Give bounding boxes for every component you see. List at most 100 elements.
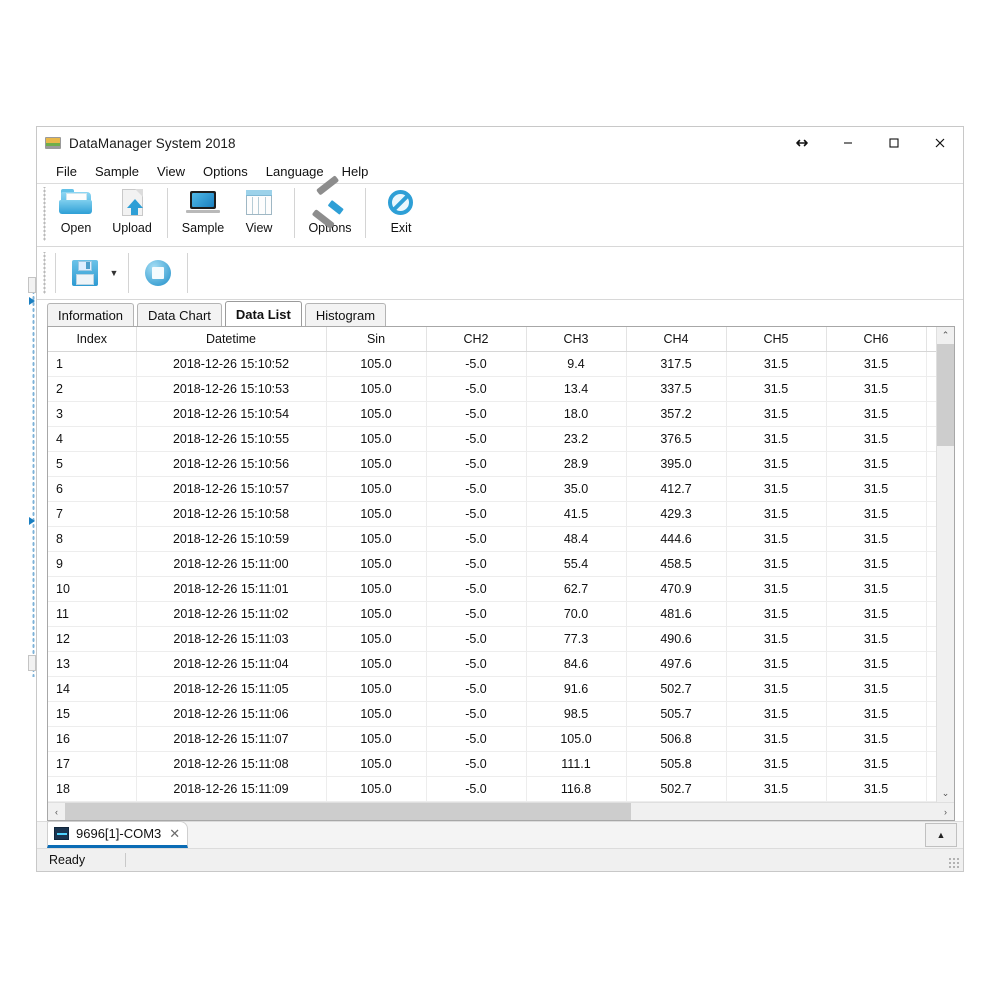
vertical-scrollbar[interactable]: ⌃ ⌄ [936,327,954,802]
table-cell-ch4: 357.2 [626,402,726,427]
column-header-datetime[interactable]: Datetime [136,327,326,352]
tab-data-list[interactable]: Data List [225,301,302,326]
table-cell-ch3: 84.6 [526,652,626,677]
toolbar-separator-1 [167,188,168,238]
table-row[interactable]: 142018-12-26 15:11:05105.0-5.091.6502.73… [48,677,936,702]
table-row[interactable]: 122018-12-26 15:11:03105.0-5.077.3490.63… [48,627,936,652]
tab-histogram[interactable]: Histogram [305,303,386,326]
laptop-icon [185,187,221,219]
menu-item-help[interactable]: Help [333,162,378,181]
left-splitter-top[interactable] [28,277,36,293]
table-cell-ch2: -5.0 [426,477,526,502]
document-tab-overflow-button[interactable]: ▲ [925,823,957,847]
table-row[interactable]: 182018-12-26 15:11:09105.0-5.0116.8502.7… [48,777,936,802]
table-cell-ch3: 28.9 [526,452,626,477]
table-cell-datetime: 2018-12-26 15:11:06 [136,702,326,727]
menu-item-language[interactable]: Language [257,162,333,181]
table-row[interactable]: 112018-12-26 15:11:02105.0-5.070.0481.63… [48,602,936,627]
secondary-toolbar-drag-grip[interactable] [41,252,48,294]
toolbar-button-exit-label: Exit [391,221,412,235]
column-header-sin[interactable]: Sin [326,327,426,352]
status-bar: Ready [37,848,963,871]
save-button[interactable] [63,252,107,294]
column-header-ch6[interactable]: CH6 [826,327,926,352]
resize-grip-icon[interactable] [948,857,960,869]
table-row[interactable]: 92018-12-26 15:11:00105.0-5.055.4458.531… [48,552,936,577]
table-row[interactable]: 62018-12-26 15:10:57105.0-5.035.0412.731… [48,477,936,502]
table-cell-ch7: 31.5 [926,727,936,752]
table-row[interactable]: 162018-12-26 15:11:07105.0-5.0105.0506.8… [48,727,936,752]
menu-item-view[interactable]: View [148,162,194,181]
table-cell-ch6: 31.5 [826,677,926,702]
data-list-grid: Index Datetime Sin CH2 CH3 CH4 CH5 CH6 C… [47,326,955,821]
table-cell-ch7: 31.5 [926,477,936,502]
table-cell-ch6: 31.5 [826,502,926,527]
table-cell-ch2: -5.0 [426,427,526,452]
table-row[interactable]: 172018-12-26 15:11:08105.0-5.0111.1505.8… [48,752,936,777]
table-cell-ch5: 31.5 [726,502,826,527]
dock-expand-arrow-bottom[interactable] [29,517,35,525]
table-cell-datetime: 2018-12-26 15:10:55 [136,427,326,452]
table-row[interactable]: 22018-12-26 15:10:53105.0-5.013.4337.531… [48,377,936,402]
document-tab-close-icon[interactable]: ✕ [169,826,180,842]
horizontal-scroll-thumb[interactable] [65,803,631,820]
menu-item-file[interactable]: File [47,162,86,181]
column-header-ch3[interactable]: CH3 [526,327,626,352]
toolbar-separator-3 [365,188,366,238]
close-button[interactable] [917,128,963,158]
table-row[interactable]: 52018-12-26 15:10:56105.0-5.028.9395.031… [48,452,936,477]
table-cell-index: 1 [48,352,136,377]
table-cell-ch4: 429.3 [626,502,726,527]
table-row[interactable]: 102018-12-26 15:11:01105.0-5.062.7470.93… [48,577,936,602]
save-dropdown-arrow[interactable]: ▼ [107,252,121,294]
table-cell-sin: 105.0 [326,777,426,802]
toolbar-button-view[interactable]: View [231,184,287,242]
horizontal-scroll-track[interactable] [65,803,937,820]
column-header-ch5[interactable]: CH5 [726,327,826,352]
vertical-scroll-thumb[interactable] [937,344,954,446]
table-row[interactable]: 12018-12-26 15:10:52105.0-5.09.4317.531.… [48,352,936,377]
table-row[interactable]: 72018-12-26 15:10:58105.0-5.041.5429.331… [48,502,936,527]
tab-information[interactable]: Information [47,303,134,326]
scroll-down-arrow-icon[interactable]: ⌄ [937,785,954,802]
table-cell-ch6: 31.5 [826,352,926,377]
scroll-right-arrow-icon[interactable]: › [937,803,954,820]
stop-button[interactable] [136,252,180,294]
menu-item-options[interactable]: Options [194,162,257,181]
maximize-button[interactable] [871,128,917,158]
vertical-scroll-track[interactable] [937,344,954,785]
column-header-ch7[interactable]: CH7 [926,327,936,352]
table-row[interactable]: 132018-12-26 15:11:04105.0-5.084.6497.63… [48,652,936,677]
column-header-ch4[interactable]: CH4 [626,327,726,352]
data-table-header: Index Datetime Sin CH2 CH3 CH4 CH5 CH6 C… [48,327,936,352]
toolbar-button-upload[interactable]: Upload [104,184,160,242]
toolbar-button-open[interactable]: Open [48,184,104,242]
horizontal-scrollbar[interactable]: ‹ › [48,802,954,820]
table-cell-sin: 105.0 [326,377,426,402]
table-row[interactable]: 32018-12-26 15:10:54105.0-5.018.0357.231… [48,402,936,427]
document-tab-9696-com3[interactable]: 9696[1]-COM3 ✕ [47,821,188,848]
table-cell-sin: 105.0 [326,752,426,777]
menu-item-sample[interactable]: Sample [86,162,148,181]
toolbar-button-sample[interactable]: Sample [175,184,231,242]
table-cell-ch2: -5.0 [426,502,526,527]
table-cell-datetime: 2018-12-26 15:10:58 [136,502,326,527]
scroll-left-arrow-icon[interactable]: ‹ [48,803,65,820]
left-splitter-bottom[interactable] [28,655,36,671]
table-header-row: Index Datetime Sin CH2 CH3 CH4 CH5 CH6 C… [48,327,936,352]
scroll-up-arrow-icon[interactable]: ⌃ [937,327,954,344]
restore-down-button[interactable] [779,128,825,158]
table-row[interactable]: 82018-12-26 15:10:59105.0-5.048.4444.631… [48,527,936,552]
minimize-button[interactable] [825,128,871,158]
table-cell-ch6: 31.5 [826,752,926,777]
table-row[interactable]: 42018-12-26 15:10:55105.0-5.023.2376.531… [48,427,936,452]
column-header-ch2[interactable]: CH2 [426,327,526,352]
toolbar-drag-grip[interactable] [41,187,48,241]
column-header-index[interactable]: Index [48,327,136,352]
dock-expand-arrow-top[interactable] [29,297,35,305]
toolbar-button-exit[interactable]: Exit [373,184,429,242]
tab-data-chart[interactable]: Data Chart [137,303,222,326]
table-cell-sin: 105.0 [326,552,426,577]
table-row[interactable]: 152018-12-26 15:11:06105.0-5.098.5505.73… [48,702,936,727]
toolbar-button-options[interactable]: Options [302,184,358,242]
